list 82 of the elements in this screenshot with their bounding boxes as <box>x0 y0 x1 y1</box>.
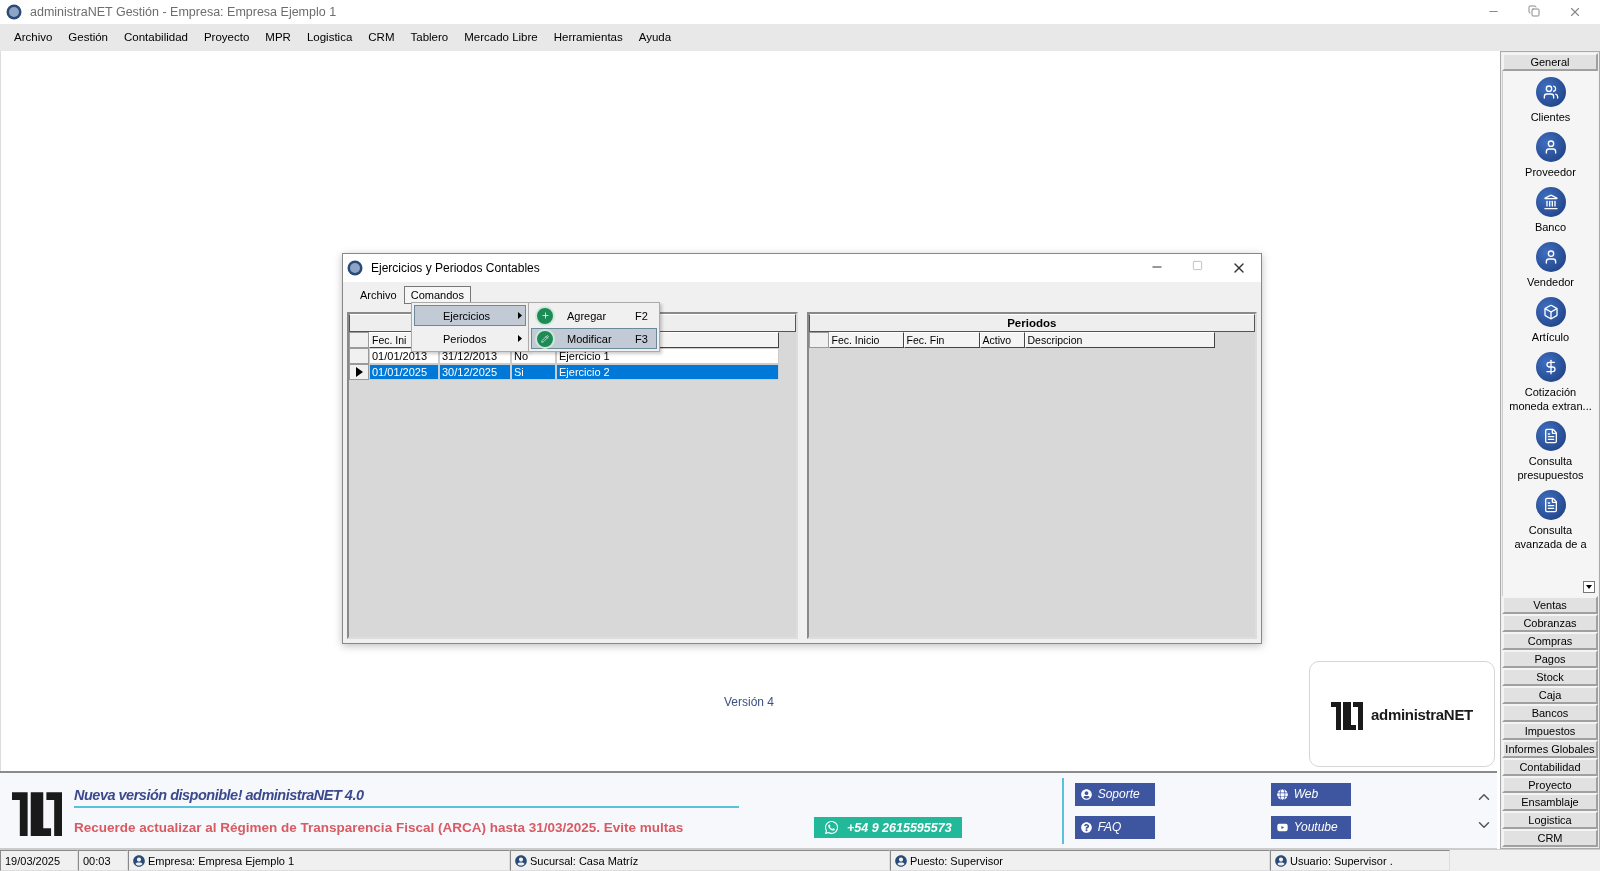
menu-item[interactable]: Contabilidad <box>116 31 196 44</box>
row-header-cell[interactable] <box>349 364 369 381</box>
brand-name: administraNET <box>1371 705 1473 723</box>
menu-item[interactable]: Archivo <box>353 286 404 305</box>
user-icon <box>133 854 145 867</box>
banner-title: Nueva versión disponible! administraNET 4.0 <box>74 786 739 808</box>
shortcut-item[interactable]: Vendedor <box>1503 242 1598 290</box>
globe-icon <box>1276 788 1288 800</box>
person-icon <box>1080 788 1092 800</box>
shortcut-item[interactable]: Proveedor <box>1503 132 1598 180</box>
shortcut-item[interactable]: Consulta presupuestos <box>1503 421 1598 483</box>
menu-item[interactable]: Modificar F3 <box>531 328 657 350</box>
person-icon <box>1535 242 1566 273</box>
user-icon <box>1275 854 1287 867</box>
notice-text: Recuerde actualizar al Régimen de Transparencia Fiscal (ARCA) hasta 31/03/2025. Evite multas <box>74 819 685 835</box>
column-header[interactable]: Fec. Fin <box>903 332 980 349</box>
menu-item[interactable]: CRM <box>360 31 403 44</box>
document-icon <box>1535 490 1566 521</box>
status-cell: Puesto: Supervisor <box>890 850 1270 871</box>
shortcut-item[interactable]: Cotización moneda extran... <box>1503 352 1598 414</box>
plus-icon <box>535 305 555 326</box>
edit-icon <box>535 328 555 349</box>
menu-item[interactable]: Agregar F2 <box>531 305 657 327</box>
dialog-title: Ejercicios y Periodos Contables <box>371 261 540 276</box>
status-cell: 19/03/2025 <box>0 850 78 871</box>
version-label: Versión 4 <box>723 695 774 710</box>
menu-item[interactable]: Gestión <box>60 31 116 44</box>
row-pointer-icon <box>355 367 363 378</box>
column-header[interactable]: Fec. Inicio <box>828 332 904 349</box>
menu-item[interactable]: Logistica <box>298 31 361 44</box>
shortcut-item[interactable]: Consulta avanzada de a <box>1503 490 1598 552</box>
group-button[interactable]: Ensamblaje <box>1502 793 1598 812</box>
table-cell: Ejercicio 2 <box>556 364 779 381</box>
dollar-icon <box>1535 352 1566 383</box>
shortcut-item[interactable]: Banco <box>1503 187 1598 235</box>
submenu-arrow-icon <box>518 312 522 320</box>
menu-item[interactable]: Mercado Libre <box>456 31 546 44</box>
document-icon <box>1535 421 1566 452</box>
user-icon <box>515 854 527 867</box>
submenu-arrow-icon <box>518 335 522 343</box>
people-icon <box>1535 77 1566 108</box>
link-button[interactable]: FAQ <box>1074 815 1155 839</box>
status-cell: Empresa: Empresa Ejemplo 1 <box>128 850 510 871</box>
row-header-cell[interactable] <box>349 348 369 365</box>
bank-icon <box>1535 187 1566 218</box>
person-icon <box>1535 132 1566 163</box>
table-cell: 30/12/2025 <box>439 364 511 381</box>
panel-header[interactable]: General <box>1502 53 1598 72</box>
app-logo-icon <box>347 260 363 277</box>
link-button[interactable]: Web <box>1270 782 1351 806</box>
group-button[interactable]: CRM <box>1502 829 1598 848</box>
window-title: administraNET Gestión - Empresa: Empresa Ejemplo 1 <box>30 4 337 19</box>
link-button[interactable]: Youtube <box>1270 815 1351 839</box>
table-cell: Si <box>511 364 556 381</box>
menu-item[interactable]: Herramientas <box>545 31 631 44</box>
status-cell: Sucursal: Casa Matríz <box>510 850 890 871</box>
menu-item[interactable]: Comandos <box>403 286 471 305</box>
box-icon <box>1535 297 1566 328</box>
menu-item[interactable]: Ayuda <box>630 31 680 44</box>
menu-item[interactable]: MPR <box>257 31 299 44</box>
table-cell: 01/01/2025 <box>369 364 439 381</box>
row-header-cell <box>808 332 829 349</box>
app-logo-icon <box>6 3 22 20</box>
menu-item[interactable]: Ejercicios <box>414 305 526 327</box>
menu-item[interactable]: Proyecto <box>195 31 258 44</box>
link-button[interactable]: Soporte <box>1074 782 1155 806</box>
table-cell: 01/01/2013 <box>369 348 439 365</box>
play-icon <box>1276 821 1288 833</box>
grid-title: Periodos <box>808 314 1255 333</box>
shortcut-item[interactable]: Artículo <box>1503 297 1598 345</box>
menu-item[interactable]: Tablero <box>402 31 457 44</box>
column-header[interactable]: Activo <box>979 332 1025 349</box>
column-header[interactable]: Descripcion <box>1024 332 1215 349</box>
whatsapp-icon <box>824 820 839 836</box>
menu-item[interactable]: Archivo <box>6 31 61 44</box>
scroll-down-icon[interactable] <box>1583 580 1595 593</box>
status-cell: Usuario: Supervisor . <box>1270 850 1450 871</box>
group-button[interactable]: Logistica <box>1502 811 1598 830</box>
shortcut-item[interactable]: Clientes <box>1503 77 1598 125</box>
help-icon <box>1080 821 1092 833</box>
status-cell: 00:03 <box>78 850 128 871</box>
user-icon <box>895 854 907 867</box>
